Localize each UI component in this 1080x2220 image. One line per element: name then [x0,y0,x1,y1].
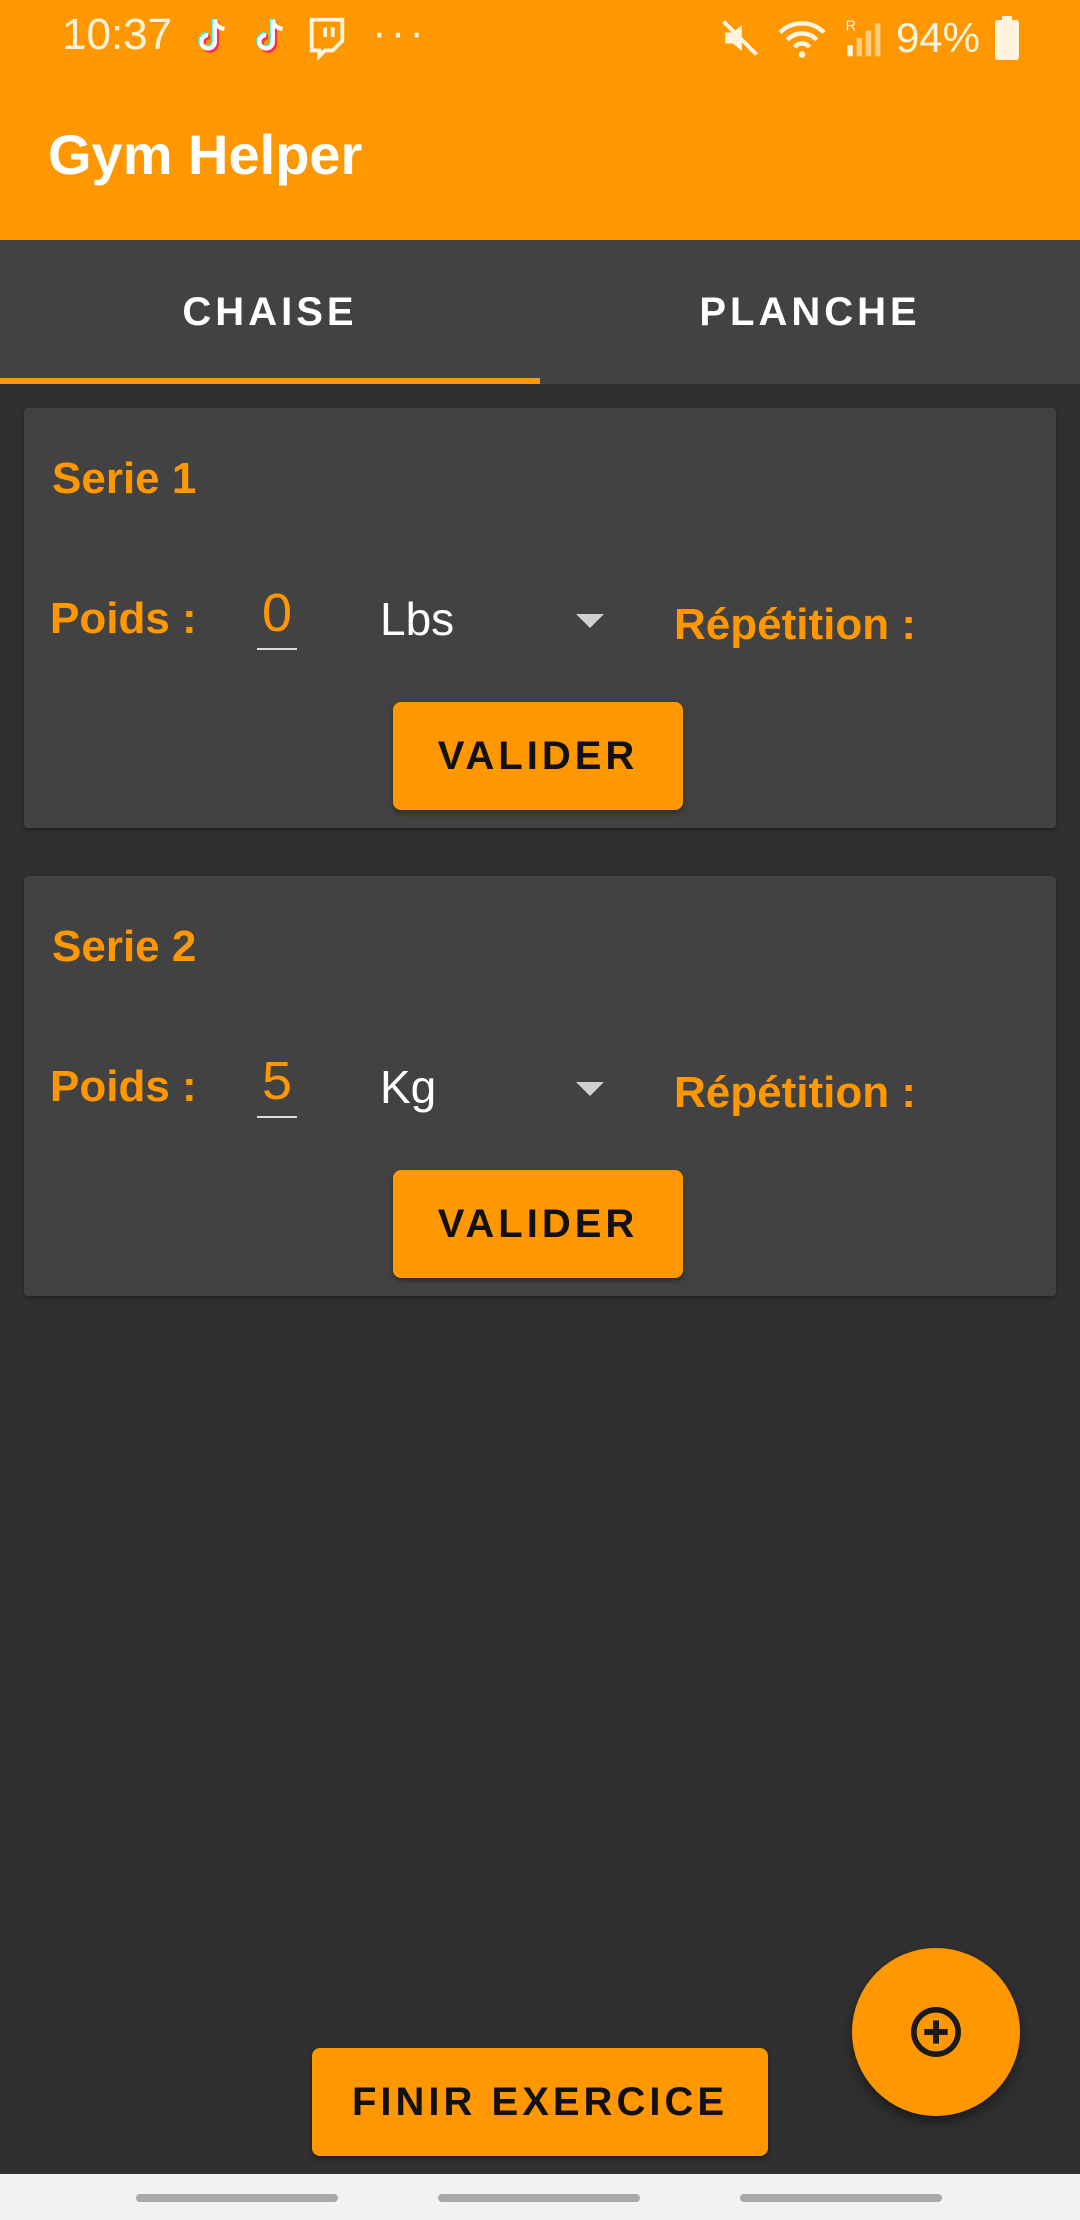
app-header: 10:37 ··· R 94% Gym Helper [0,0,1080,240]
system-nav-bar [0,2174,1080,2220]
dropdown-arrow-icon [576,614,604,628]
nav-recents-pill[interactable] [136,2194,338,2202]
weight-input[interactable]: 5 [257,1050,297,1118]
validate-button[interactable]: VALIDER [393,702,683,810]
app-title: Gym Helper [48,123,363,186]
unit-dropdown[interactable]: Kg [380,1056,604,1126]
finish-exercise-button[interactable]: FINIR EXERCICE [312,2048,768,2156]
svg-text:R: R [845,19,856,35]
weight-label: Poids : [50,1062,197,1111]
battery-icon [995,16,1019,60]
add-series-fab[interactable] [852,1948,1020,2116]
serie-card: Serie 1 Poids : 0 Lbs Répétition : VALID… [24,408,1056,828]
overflow-dots: ··· [372,8,428,57]
unit-dropdown[interactable]: Lbs [380,588,604,658]
status-bar: 10:37 ··· R 94% [0,0,1080,76]
serie-card: Serie 2 Poids : 5 Kg Répétition : VALIDE… [24,876,1056,1296]
unit-selected: Lbs [380,593,455,645]
tab-chaise[interactable]: CHAISE [0,240,540,384]
weight-input[interactable]: 0 [257,582,297,650]
tab-planche[interactable]: PLANCHE [540,240,1080,384]
weight-label: Poids : [50,594,197,643]
signal-icon: R [845,19,881,57]
serie-title: Serie 2 [52,922,197,971]
tab-bar: CHAISE PLANCHE [0,240,1080,384]
nav-back-pill[interactable] [740,2194,942,2202]
serie-title: Serie 1 [52,454,197,503]
validate-button[interactable]: VALIDER [393,1170,683,1278]
unit-selected: Kg [380,1061,437,1113]
twitch-icon [304,14,350,60]
status-time: 10:37 [62,10,173,59]
repetition-label: Répétition : [674,1068,916,1117]
dropdown-arrow-icon [576,1082,604,1096]
tiktok-icon [246,14,292,60]
add-circle-icon [911,2007,961,2057]
repetition-label: Répétition : [674,600,916,649]
battery-percent: 94% [895,14,980,61]
mute-icon [722,20,758,56]
wifi-icon [778,21,826,58]
nav-home-pill[interactable] [438,2194,640,2202]
tiktok-icon [188,14,234,60]
status-right: R 94% [718,10,1020,66]
